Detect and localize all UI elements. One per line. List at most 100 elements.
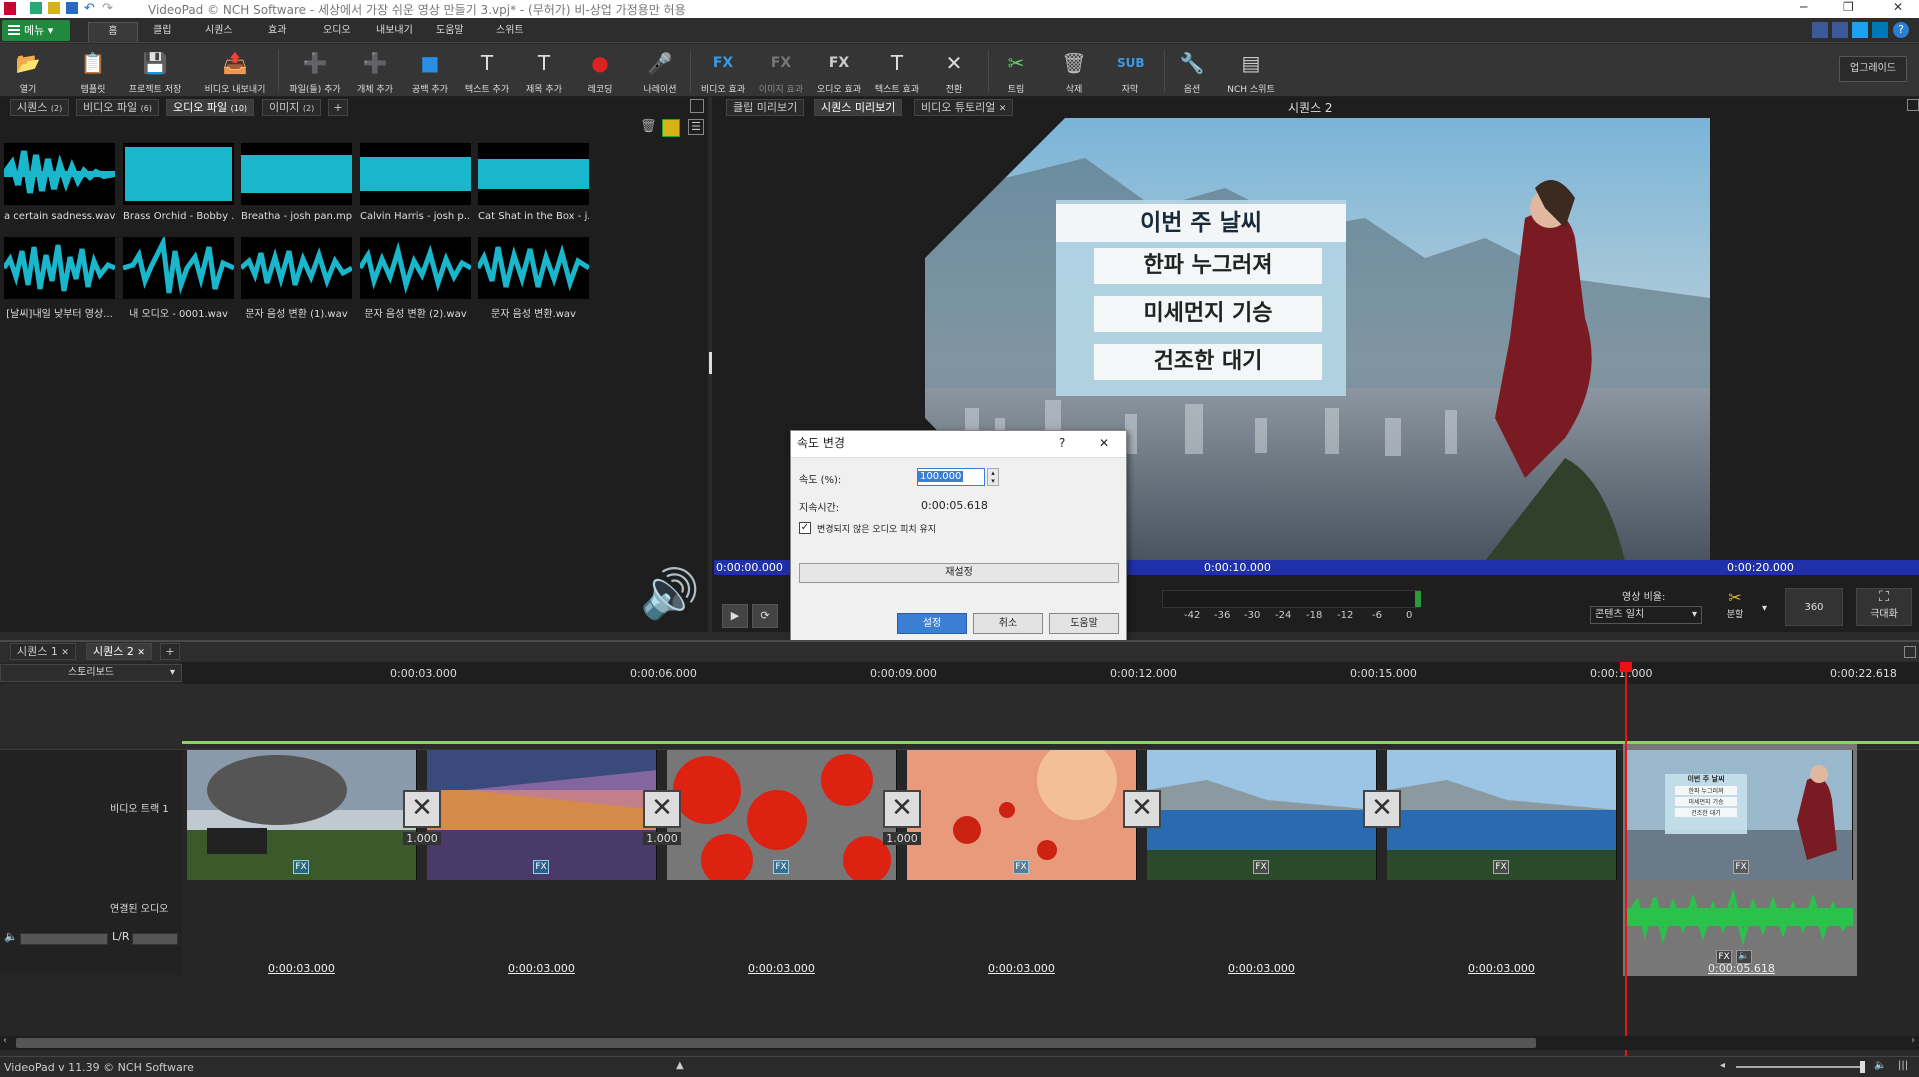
- quick-new-icon[interactable]: [30, 2, 42, 14]
- add-folder-icon[interactable]: [662, 119, 680, 137]
- close-tab-icon[interactable]: ✕: [61, 648, 69, 658]
- clip-duration[interactable]: 0:00:03.000: [748, 962, 815, 975]
- options-button[interactable]: 🔧 옵션: [1172, 50, 1212, 96]
- tab-video-tutorial[interactable]: 비디오 튜토리얼 ✕: [914, 99, 1014, 116]
- audio-effects-button[interactable]: FX 오디오 효과: [812, 50, 866, 96]
- undock-preview-icon[interactable]: [1907, 99, 1919, 111]
- export-video-button[interactable]: 📤 비디오 내보내기: [200, 50, 270, 96]
- tab-clip-preview[interactable]: 클립 미리보기: [726, 99, 805, 116]
- quick-open-icon[interactable]: [48, 2, 60, 14]
- transition-duration[interactable]: 1.000: [403, 832, 441, 845]
- narration-button[interactable]: 🎤 나레이션: [636, 50, 684, 96]
- fx-badge[interactable]: FX: [1733, 860, 1749, 874]
- transition-marker[interactable]: ✕: [643, 790, 681, 828]
- close-tab-icon[interactable]: ✕: [137, 648, 145, 658]
- timeline-ruler[interactable]: 0:00:03.000 0:00:06.000 0:00:09.000 0:00…: [182, 662, 1919, 684]
- subtitles-button[interactable]: SUB 자막: [1110, 50, 1150, 96]
- tab-clip[interactable]: 클립: [145, 22, 179, 42]
- playhead-handle[interactable]: [1620, 662, 1632, 672]
- add-bin-tab-button[interactable]: +: [328, 99, 348, 116]
- add-title-button[interactable]: T 제목 추가: [520, 50, 568, 96]
- video-effects-button[interactable]: FX 비디오 효과: [696, 50, 750, 96]
- main-menu-button[interactable]: 메뉴 ▾: [2, 20, 70, 41]
- trim-button[interactable]: ✂ 트림: [996, 50, 1036, 96]
- nch-suite-button[interactable]: ▤ NCH 스위트: [1222, 50, 1280, 96]
- reset-button[interactable]: 재설정: [799, 563, 1119, 583]
- keep-pitch-checkbox[interactable]: ✓: [799, 522, 811, 534]
- play-button[interactable]: ▶: [722, 604, 748, 628]
- clip-duration[interactable]: 0:00:05.618: [1708, 962, 1775, 975]
- vr360-button[interactable]: 360: [1785, 588, 1843, 626]
- playhead[interactable]: [1625, 662, 1627, 1072]
- scrollbar-thumb[interactable]: [16, 1038, 1536, 1048]
- record-button[interactable]: ● 레코딩: [580, 50, 620, 96]
- linkedin-icon[interactable]: [1872, 22, 1888, 38]
- media-clip[interactable]: [날씨]내일 낮부터 영상...: [4, 237, 115, 320]
- quick-save-icon[interactable]: [66, 2, 78, 14]
- speed-spinner[interactable]: ▴ ▾: [987, 468, 999, 486]
- open-button[interactable]: 📂 열기: [8, 50, 48, 96]
- aspect-select[interactable]: 콘텐츠 일치 ▾: [1590, 606, 1702, 624]
- dialog-close-icon[interactable]: ✕: [1099, 431, 1109, 455]
- fx-badge[interactable]: FX: [773, 860, 789, 874]
- media-clip[interactable]: Calvin Harris - josh p...: [360, 143, 471, 222]
- fx-badge[interactable]: FX: [1013, 860, 1029, 874]
- transition-duration[interactable]: 1.000: [643, 832, 681, 845]
- track-volume-slider[interactable]: [20, 933, 108, 945]
- clip-duration[interactable]: 0:00:03.000: [508, 962, 575, 975]
- redo-icon[interactable]: ↷: [102, 1, 113, 16]
- split-button[interactable]: ✂ 분할: [1716, 588, 1754, 626]
- linked-audio-waveform[interactable]: [1625, 888, 1855, 946]
- ok-button[interactable]: 설정: [897, 613, 967, 634]
- scroll-left-icon[interactable]: ‹: [3, 1035, 7, 1046]
- close-button[interactable]: ✕: [1893, 0, 1903, 14]
- add-blank-button[interactable]: ■ 공백 추가: [406, 50, 454, 96]
- media-clip[interactable]: Cat Shat in the Box - j...: [478, 143, 589, 222]
- clip-duration[interactable]: 0:00:03.000: [268, 962, 335, 975]
- tab-home[interactable]: 홈: [88, 22, 138, 42]
- tab-audio[interactable]: 오디오: [315, 22, 359, 42]
- media-clip[interactable]: a certain sadness.wav: [4, 143, 115, 222]
- track-pan-slider[interactable]: [132, 933, 178, 945]
- help-icon[interactable]: ?: [1893, 22, 1909, 38]
- template-button[interactable]: 📋 템플릿: [70, 50, 116, 96]
- transition-marker[interactable]: ✕: [1123, 790, 1161, 828]
- transition-button[interactable]: ✕ 전환: [934, 50, 974, 96]
- minimize-button[interactable]: ─: [1800, 0, 1807, 14]
- speed-input[interactable]: 100.000: [917, 468, 985, 486]
- bin-tab-images[interactable]: 이미지 (2): [262, 99, 322, 116]
- zoom-slider[interactable]: [1736, 1066, 1864, 1068]
- fx-badge[interactable]: FX: [293, 860, 309, 874]
- fullscreen-button[interactable]: ⛶ 극대화: [1856, 588, 1912, 626]
- help-button[interactable]: 도움말: [1049, 613, 1119, 634]
- dialog-help-icon[interactable]: ?: [1059, 431, 1065, 455]
- media-clip[interactable]: 내 오디오 - 0001.wav: [123, 237, 234, 320]
- media-clip[interactable]: 문자 음성 변환.wav: [478, 237, 589, 320]
- transition-marker[interactable]: ✕: [403, 790, 441, 828]
- undo-icon[interactable]: ↶: [84, 1, 95, 16]
- image-effects-button[interactable]: FX 이미지 효과: [754, 50, 808, 96]
- clip-duration[interactable]: 0:00:03.000: [1228, 962, 1295, 975]
- bin-tab-sequences[interactable]: 시퀀스 (2): [10, 99, 70, 116]
- add-files-button[interactable]: ➕ 파일(들) 추가: [284, 50, 346, 96]
- clip-duration[interactable]: 0:00:03.000: [988, 962, 1055, 975]
- fx-badge[interactable]: FX: [1253, 860, 1269, 874]
- mixer-icon[interactable]: |||: [1898, 1060, 1908, 1071]
- timeline-scrollbar[interactable]: ‹ ›: [0, 1035, 1919, 1050]
- bin-tab-audio-files[interactable]: 오디오 파일 (10): [166, 99, 255, 116]
- transition-duration[interactable]: 1.000: [883, 832, 921, 845]
- zoom-thumb[interactable]: [1860, 1061, 1865, 1073]
- expand-panel-icon[interactable]: ▲: [676, 1060, 684, 1071]
- media-clip[interactable]: Breatha - josh pan.mp3: [241, 143, 352, 222]
- view-mode-select[interactable]: 스토리보드 ▾: [0, 664, 182, 682]
- cancel-button[interactable]: 취소: [973, 613, 1043, 634]
- split-dropdown[interactable]: ▾: [1762, 590, 1778, 628]
- volume-icon[interactable]: 🔈: [1874, 1060, 1886, 1071]
- transition-marker[interactable]: ✕: [883, 790, 921, 828]
- media-clip[interactable]: 문자 음성 변환 (1).wav: [241, 237, 352, 320]
- list-view-icon[interactable]: ☰: [688, 119, 704, 135]
- tab-effects[interactable]: 효과: [260, 22, 294, 42]
- save-project-button[interactable]: 💾 프로젝트 저장: [124, 50, 186, 96]
- delete-button[interactable]: 🗑 삭제: [1054, 50, 1094, 96]
- tab-sequence-preview[interactable]: 시퀀스 미리보기: [814, 99, 903, 116]
